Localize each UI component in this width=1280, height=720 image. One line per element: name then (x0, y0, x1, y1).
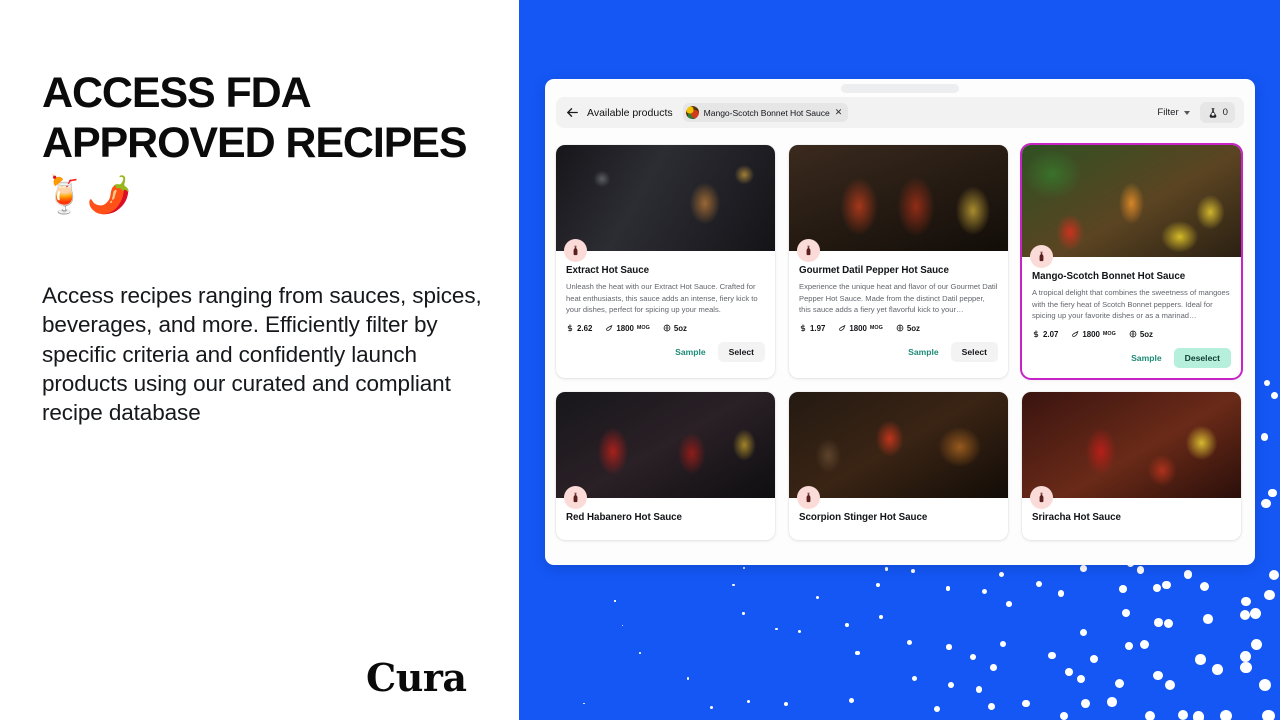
filter-label: Filter (1157, 107, 1179, 118)
product-meta-row: 1.97 1800 MOG 5oz (799, 324, 998, 333)
dollar-icon (1033, 330, 1039, 338)
close-icon[interactable]: ✕ (835, 108, 843, 117)
slide-canvas: ACCESS FDA APPROVED RECIPES 🍹🌶️ Access r… (0, 0, 1280, 720)
product-card[interactable]: Extract Hot Sauce Unleash the heat with … (556, 145, 775, 378)
sample-button[interactable]: Sample (902, 343, 945, 361)
product-title: Sriracha Hot Sauce (1032, 511, 1121, 523)
product-image (789, 145, 1008, 262)
price-value: 2.62 (577, 323, 593, 333)
filter-button[interactable]: Filter (1157, 107, 1190, 118)
card-body: Gourmet Datil Pepper Hot Sauce Experienc… (789, 251, 1008, 371)
heat-value: 1800 (849, 323, 867, 333)
product-title: Red Habanero Hot Sauce (566, 511, 682, 523)
chip-label: Mango-Scotch Bonnet Hot Sauce (703, 107, 830, 118)
brand-logo: Cura (366, 655, 467, 700)
product-image (1022, 145, 1241, 268)
sample-button[interactable]: Sample (1125, 349, 1168, 367)
heat-value: 1800 (616, 323, 634, 333)
price-meta: 2.62 (566, 324, 592, 333)
volume-icon (1129, 330, 1137, 338)
app-window: Available products Mango-Scotch Bonnet H… (545, 79, 1255, 565)
left-marketing-panel: ACCESS FDA APPROVED RECIPES 🍹🌶️ Access r… (0, 0, 519, 720)
page-title: ACCESS FDA APPROVED RECIPES 🍹🌶️ (42, 68, 472, 220)
volume-icon (896, 324, 904, 332)
size-value: 5oz (673, 323, 687, 333)
product-card-selected[interactable]: Mango-Scotch Bonnet Hot Sauce A tropical… (1022, 145, 1241, 378)
chevron-down-icon (1183, 110, 1190, 115)
subcopy-text: Access recipes ranging from sauces, spic… (42, 283, 482, 426)
bottle-icon (797, 239, 820, 262)
toolbar: Available products Mango-Scotch Bonnet H… (556, 97, 1244, 128)
product-image (1022, 391, 1241, 509)
product-card[interactable]: Sriracha Hot Sauce (1022, 391, 1241, 540)
card-actions: Sample Deselect (1032, 347, 1231, 368)
product-description: A tropical delight that combines the swe… (1032, 288, 1230, 321)
bottle-icon (1030, 485, 1053, 509)
heat-meta: 1800 MOG (838, 323, 883, 333)
card-body: Extract Hot Sauce Unleash the heat with … (556, 251, 775, 371)
volume-icon (663, 324, 671, 332)
product-title: Scorpion Stinger Hot Sauce (799, 511, 928, 523)
card-actions: Sample Select (799, 341, 998, 362)
bottle-icon (564, 485, 587, 509)
heat-meta: 1800 MOG (605, 323, 650, 333)
product-image (556, 145, 775, 262)
size-meta: 5oz (1129, 330, 1153, 339)
heat-unit: MOG (636, 325, 650, 332)
deselect-button[interactable]: Deselect (1173, 347, 1231, 368)
size-value: 5oz (1139, 329, 1153, 339)
product-card[interactable]: Red Habanero Hot Sauce (556, 391, 775, 540)
product-description: Unleash the heat with our Extract Hot Sa… (566, 282, 758, 315)
card-body: Scorpion Stinger Hot Sauce (789, 498, 1008, 540)
heat-unit: MOG (869, 325, 883, 332)
heat-value: 1800 (1082, 329, 1100, 339)
product-title: Gourmet Datil Pepper Hot Sauce (799, 265, 949, 276)
product-card[interactable]: Gourmet Datil Pepper Hot Sauce Experienc… (789, 145, 1008, 378)
product-title: Extract Hot Sauce (566, 265, 649, 276)
size-meta: 5oz (896, 324, 920, 333)
window-grabber (841, 84, 959, 93)
dollar-icon (800, 324, 806, 332)
selection-count-value: 0 (1222, 107, 1228, 118)
price-value: 1.97 (810, 323, 826, 333)
bottle-icon (797, 485, 820, 509)
toolbar-right-group: Filter 0 (1157, 102, 1235, 123)
product-grid: Extract Hot Sauce Unleash the heat with … (556, 145, 1246, 540)
size-meta: 5oz (663, 324, 687, 333)
sample-button[interactable]: Sample (669, 343, 712, 361)
bottle-icon (1030, 245, 1053, 268)
pepper-heat-icon (839, 325, 846, 332)
product-title: Mango-Scotch Bonnet Hot Sauce (1032, 271, 1186, 282)
select-button[interactable]: Select (950, 341, 998, 362)
card-body: Mango-Scotch Bonnet Hot Sauce A tropical… (1022, 257, 1241, 378)
product-meta-row: 2.07 1800 MOG 5oz (1032, 330, 1231, 339)
size-value: 5oz (906, 323, 920, 333)
pepper-heat-icon (1072, 331, 1079, 338)
headline-text: ACCESS FDA APPROVED RECIPES (42, 69, 468, 167)
select-button[interactable]: Select (717, 341, 765, 362)
arrow-left-icon[interactable] (565, 105, 580, 120)
card-body: Sriracha Hot Sauce (1022, 498, 1241, 540)
flask-icon (1209, 107, 1217, 118)
pepper-heat-icon (606, 325, 613, 332)
bottle-icon (564, 239, 587, 262)
selected-product-chip[interactable]: Mango-Scotch Bonnet Hot Sauce ✕ (682, 103, 849, 122)
product-description: Experience the unique heat and flavor of… (799, 282, 998, 315)
heat-meta: 1800 MOG (1071, 329, 1116, 339)
toolbar-title: Available products (587, 106, 673, 119)
price-meta: 2.07 (1032, 330, 1058, 339)
selection-count-badge[interactable]: 0 (1199, 102, 1235, 123)
dollar-icon (567, 324, 573, 332)
product-thumbnail-icon (685, 106, 699, 119)
product-image (789, 391, 1008, 509)
product-card[interactable]: Scorpion Stinger Hot Sauce (789, 391, 1008, 540)
product-meta-row: 2.62 1800 MOG 5oz (566, 324, 765, 333)
heat-unit: MOG (1102, 331, 1116, 338)
product-image (556, 391, 775, 509)
card-body: Red Habanero Hot Sauce (556, 498, 775, 540)
price-value: 2.07 (1043, 329, 1059, 339)
card-actions: Sample Select (566, 341, 765, 362)
headline-emoji: 🍹🌶️ (42, 174, 132, 215)
price-meta: 1.97 (799, 324, 825, 333)
